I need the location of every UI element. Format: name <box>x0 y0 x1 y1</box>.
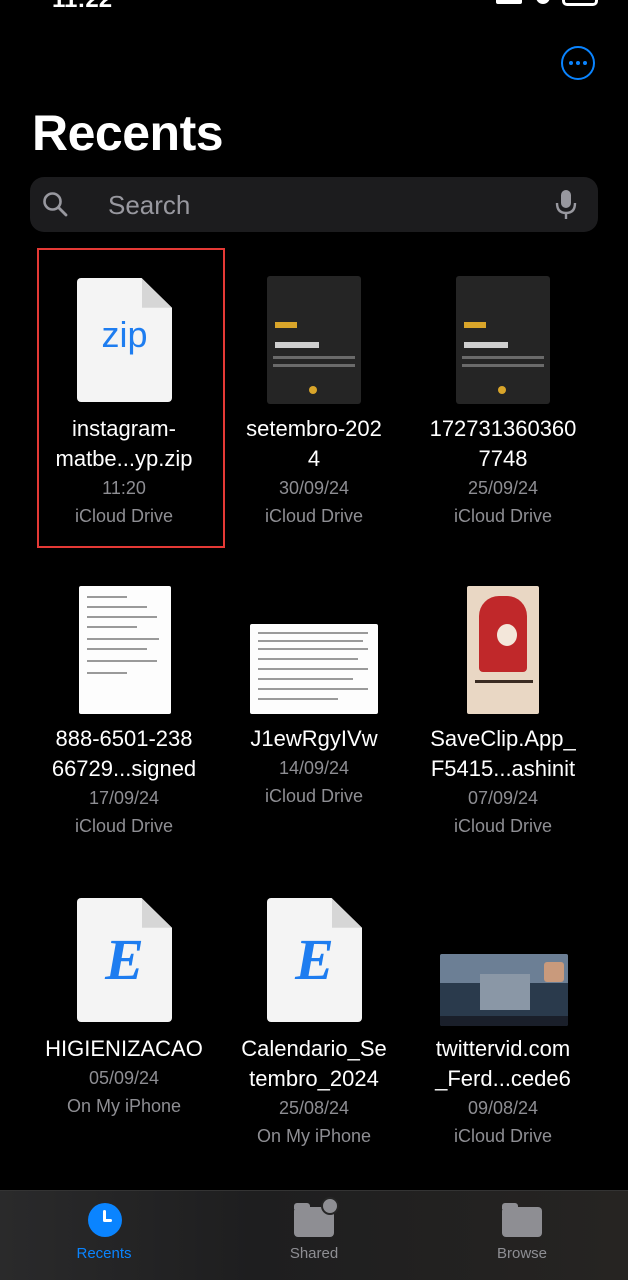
file-date: 25/09/24 <box>467 478 539 498</box>
file-date: 14/09/24 <box>278 758 350 778</box>
file-name-line2: 4 <box>307 446 321 471</box>
file-location: On My iPhone <box>256 1126 372 1146</box>
file-name-line2: 7748 <box>478 446 528 471</box>
person-badge-icon <box>321 1197 339 1215</box>
status-bar: 11:22 <box>0 0 628 12</box>
file-name-line2: F5415...ashinit <box>430 756 576 781</box>
file-name-line2: 66729...signed <box>51 756 197 781</box>
file-item[interactable]: SaveClip.App_ F5415...ashinit 07/09/24 i… <box>408 560 598 850</box>
file-item[interactable]: twittervid.com _Ferd...cede6 09/08/24 iC… <box>408 870 598 1160</box>
file-location: iCloud Drive <box>453 816 553 836</box>
file-date: 30/09/24 <box>278 478 350 498</box>
status-time: 11:22 <box>52 0 112 12</box>
file-name-line1: SaveClip.App_ <box>430 726 576 751</box>
selection-highlight <box>37 248 225 548</box>
file-name-line1: 172731360360 <box>429 416 577 441</box>
tab-label: Shared <box>289 1245 339 1262</box>
file-location: iCloud Drive <box>74 816 174 836</box>
file-name-line2: tembro_2024 <box>249 1066 379 1091</box>
file-date: 07/09/24 <box>467 788 539 808</box>
epub-file-icon: E <box>267 898 362 1022</box>
file-name-line1: Calendario_Se <box>241 1036 387 1061</box>
image-thumbnail <box>467 586 539 714</box>
file-name-line1: twittervid.com <box>435 1036 571 1061</box>
epub-letter: E <box>105 927 144 992</box>
file-name-line2: _Ferd...cede6 <box>435 1066 571 1091</box>
pdf-thumbnail <box>267 276 361 404</box>
file-date: 05/09/24 <box>88 1068 160 1088</box>
file-location: On My iPhone <box>66 1096 182 1116</box>
search-placeholder: Search <box>108 190 191 220</box>
search-field[interactable]: Search <box>30 177 598 232</box>
ellipsis-circle-icon <box>569 61 573 65</box>
battery-icon <box>562 0 598 6</box>
video-thumbnail <box>440 954 568 1026</box>
file-date: 09/08/24 <box>467 1098 539 1118</box>
document-thumbnail <box>79 586 171 714</box>
file-item[interactable]: E HIGIENIZACAO 05/09/24 On My iPhone <box>29 870 219 1160</box>
page-title: Recents <box>32 105 224 161</box>
file-name-line1: J1ewRgyIVw <box>250 726 378 751</box>
file-name-line1: setembro-202 <box>246 416 382 441</box>
epub-file-icon: E <box>77 898 172 1022</box>
file-date: 25/08/24 <box>278 1098 350 1118</box>
file-item[interactable]: setembro-202 4 30/09/24 iCloud Drive <box>219 250 409 540</box>
file-item[interactable]: 888-6501-238 66729...signed 17/09/24 iCl… <box>29 560 219 850</box>
file-item[interactable]: E Calendario_Se tembro_2024 25/08/24 On … <box>219 870 409 1160</box>
file-item[interactable]: 172731360360 7748 25/09/24 iCloud Drive <box>408 250 598 540</box>
tab-label: Recents <box>76 1245 132 1262</box>
file-date: 17/09/24 <box>88 788 160 808</box>
folder-icon <box>502 1203 542 1237</box>
wifi-icon <box>536 0 550 4</box>
more-options-button[interactable] <box>561 46 595 80</box>
tab-label: Browse <box>496 1245 548 1262</box>
file-name-line1: 888-6501-238 <box>55 726 193 751</box>
file-location: iCloud Drive <box>453 506 553 526</box>
file-location: iCloud Drive <box>453 1126 553 1146</box>
pdf-thumbnail <box>456 276 550 404</box>
search-icon <box>43 192 68 217</box>
file-name-line1: HIGIENIZACAO <box>45 1036 203 1061</box>
epub-letter: E <box>295 927 334 992</box>
file-item[interactable]: J1ewRgyIVw 14/09/24 iCloud Drive <box>219 560 409 850</box>
document-thumbnail <box>250 624 378 714</box>
microphone-icon[interactable] <box>554 189 578 221</box>
clock-icon <box>88 1203 122 1237</box>
file-location: iCloud Drive <box>264 506 364 526</box>
cellular-signal-icon <box>496 0 522 4</box>
file-location: iCloud Drive <box>264 786 364 806</box>
tab-bar: Recents Shared Browse <box>0 1190 628 1280</box>
